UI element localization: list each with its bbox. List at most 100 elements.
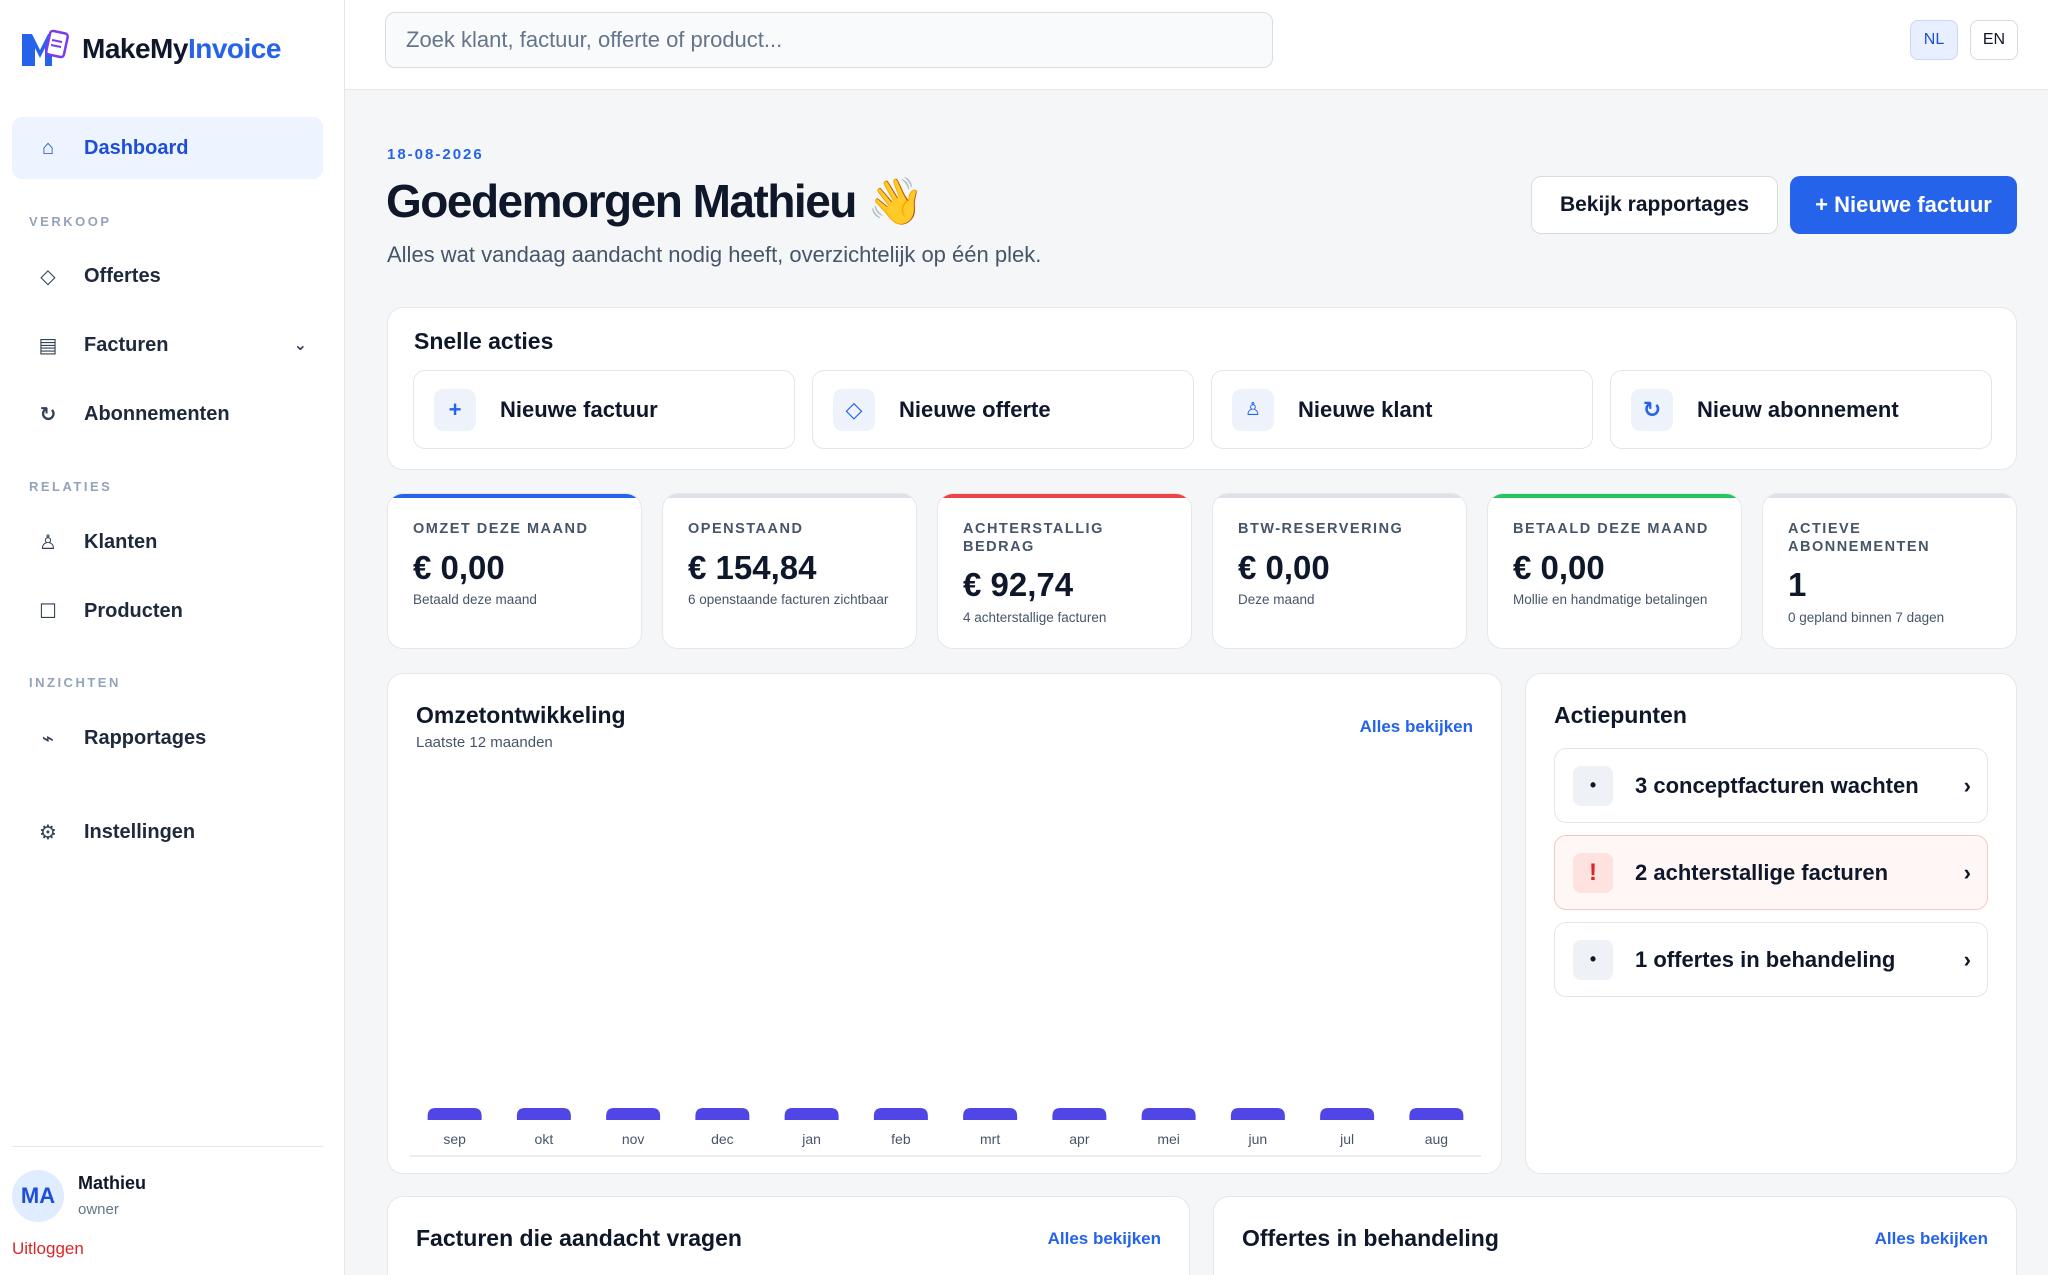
revenue-bar-chart: sep okt nov dec jan feb mrt apr mei jun jul aug	[410, 1108, 1481, 1157]
x-tick-label: jun	[1248, 1131, 1268, 1147]
brand-name: MakeMyInvoice	[82, 33, 281, 64]
chart-bar-okt[interactable]	[516, 1108, 571, 1120]
quick-action-new-invoice[interactable]: + Nieuwe factuur	[413, 370, 795, 449]
user-name: Mathieu	[78, 1173, 147, 1193]
chevron-right-icon: ›	[1963, 859, 1971, 885]
user-icon: ♙	[1232, 388, 1274, 431]
chart-bar-dec[interactable]	[695, 1108, 750, 1120]
home-icon: ⌂	[41, 136, 55, 159]
sidebar-item-customers[interactable]: ♙ Klanten	[12, 511, 323, 573]
sidebar-item-label: Dashboard	[84, 136, 189, 159]
view-reports-button[interactable]: Bekijk rapportages	[1531, 176, 1778, 234]
kpi-revenue-this-month[interactable]: OMZET DEZE MAAND € 0,00 Betaald deze maa…	[387, 493, 642, 649]
chart-bar-mrt[interactable]	[963, 1108, 1018, 1120]
sidebar-item-subscriptions[interactable]: ↻ Abonnementen	[12, 383, 323, 445]
quick-action-new-subscription[interactable]: ↻ Nieuw abonnement	[1610, 370, 1992, 449]
section-label-relations: RELATIES	[29, 479, 113, 494]
sidebar-item-dashboard[interactable]: ⌂ Dashboard	[12, 117, 323, 179]
pending-quotes-view-all-link[interactable]: Alles bekijken	[1875, 1229, 1988, 1249]
x-tick-label: mei	[1157, 1131, 1180, 1147]
refresh-icon: ↻	[1631, 388, 1673, 431]
kpi-value: € 0,00	[1513, 549, 1605, 586]
kpi-accent-bar	[1213, 494, 1466, 498]
sidebar-item-label: Rapportages	[84, 726, 207, 749]
lang-en-button[interactable]: EN	[1970, 20, 2018, 60]
dot-icon: •	[1573, 939, 1613, 980]
sidebar: MakeMyInvoice ⌂ Dashboard VERKOOP ◇ Offe…	[0, 0, 345, 1275]
trend-icon: ⌁	[41, 727, 55, 750]
revenue-chart-card: Omzetontwikkeling Laatste 12 maanden All…	[387, 673, 1502, 1174]
kpi-label: BTW-RESERVERING	[1238, 521, 1404, 537]
sidebar-item-settings[interactable]: ⚙ Instellingen	[12, 801, 323, 863]
action-point-draft-invoices[interactable]: • 3 conceptfacturen wachten ›	[1554, 748, 1988, 823]
section-label-insights: INZICHTEN	[29, 675, 121, 690]
lang-nl-button[interactable]: NL	[1910, 20, 1958, 60]
dot-icon: •	[1573, 765, 1613, 806]
kpi-value: € 92,74	[963, 566, 1074, 603]
sidebar-item-label: Facturen	[84, 333, 169, 356]
action-point-overdue-invoices[interactable]: ! 2 achterstallige facturen ›	[1554, 835, 1988, 910]
quick-action-label: Nieuwe offerte	[899, 396, 1051, 422]
sidebar-item-invoices[interactable]: ▤ Facturen ⌄	[12, 314, 323, 376]
logo-icon	[22, 29, 69, 66]
quick-action-label: Nieuwe klant	[1298, 396, 1433, 422]
kpi-subtext: 6 openstaande facturen zichtbaar	[688, 592, 889, 607]
pending-quotes-title: Offertes in behandeling	[1242, 1225, 1499, 1251]
kpi-outstanding[interactable]: OPENSTAAND € 154,84 6 openstaande factur…	[662, 493, 917, 649]
chart-bar-mei[interactable]	[1141, 1108, 1196, 1120]
chevron-right-icon: ›	[1963, 946, 1971, 972]
kpi-subtext: Deze maand	[1238, 592, 1315, 607]
section-label-sales: VERKOOP	[29, 214, 112, 229]
brand-logo[interactable]: MakeMyInvoice	[18, 28, 281, 70]
chart-bar-feb[interactable]	[873, 1108, 928, 1120]
sidebar-item-products[interactable]: ☐ Producten	[12, 580, 323, 642]
chart-bar-jan[interactable]	[784, 1108, 839, 1120]
current-date: 18-08-2026	[387, 146, 484, 163]
kpi-label: ACTIEVE ABONNEMENTEN	[1788, 521, 1931, 555]
attention-invoices-title: Facturen die aandacht vragen	[416, 1225, 742, 1251]
kpi-overdue-amount[interactable]: ACHTERSTALLIG BEDRAG € 92,74 4 achtersta…	[937, 493, 1192, 649]
avatar[interactable]: MA	[12, 1170, 64, 1222]
chevron-down-icon[interactable]: ⌄	[294, 335, 307, 355]
kpi-accent-bar	[1763, 494, 2016, 498]
quick-actions-card: Snelle acties + Nieuwe factuur ◇ Nieuwe …	[387, 307, 2017, 470]
attention-invoices-view-all-link[interactable]: Alles bekijken	[1048, 1229, 1161, 1249]
sidebar-item-label: Producten	[84, 599, 183, 622]
new-invoice-button[interactable]: + Nieuwe factuur	[1790, 176, 2017, 234]
x-tick-label: nov	[622, 1131, 645, 1147]
kpi-subtext: 4 achterstallige facturen	[963, 610, 1107, 625]
user-icon: ♙	[39, 531, 57, 554]
chevron-right-icon: ›	[1963, 772, 1971, 798]
user-role: owner	[78, 1201, 119, 1218]
search-input[interactable]	[385, 12, 1273, 68]
box-icon: ☐	[39, 600, 57, 623]
chart-bar-jul[interactable]	[1320, 1108, 1375, 1120]
action-point-label: 3 conceptfacturen wachten	[1635, 772, 1919, 798]
kpi-subtext: Betaald deze maand	[413, 592, 537, 607]
sidebar-item-reports[interactable]: ⌁ Rapportages	[12, 707, 323, 769]
chart-bar-sep[interactable]	[427, 1108, 482, 1120]
x-tick-label: dec	[711, 1131, 734, 1147]
gear-icon: ⚙	[39, 821, 57, 844]
quick-action-label: Nieuwe factuur	[500, 396, 658, 422]
sidebar-item-quotes[interactable]: ◇ Offertes	[12, 245, 323, 307]
sidebar-divider	[12, 1146, 323, 1147]
quick-action-new-customer[interactable]: ♙ Nieuwe klant	[1211, 370, 1593, 449]
action-point-pending-quotes[interactable]: • 1 offertes in behandeling ›	[1554, 922, 1988, 997]
kpi-accent-bar	[938, 494, 1191, 498]
sidebar-item-label: Klanten	[84, 530, 158, 553]
kpi-vat-reservation[interactable]: BTW-RESERVERING € 0,00 Deze maand	[1212, 493, 1467, 649]
chart-bar-nov[interactable]	[606, 1108, 661, 1120]
kpi-paid-this-month[interactable]: BETAALD DEZE MAAND € 0,00 Mollie en hand…	[1487, 493, 1742, 649]
chart-bar-apr[interactable]	[1052, 1108, 1107, 1120]
kpi-value: 1	[1788, 566, 1807, 603]
refresh-icon: ↻	[39, 403, 57, 426]
kpi-accent-bar	[663, 494, 916, 498]
chart-bar-jun[interactable]	[1230, 1108, 1285, 1120]
alert-icon: !	[1573, 852, 1613, 893]
chart-bar-aug[interactable]	[1409, 1108, 1464, 1120]
logout-link[interactable]: Uitloggen	[12, 1239, 84, 1259]
quick-action-new-quote[interactable]: ◇ Nieuwe offerte	[812, 370, 1194, 449]
kpi-active-subscriptions[interactable]: ACTIEVE ABONNEMENTEN 1 0 gepland binnen …	[1762, 493, 2017, 649]
pending-quotes-card: Offertes in behandeling Alles bekijken	[1213, 1196, 2017, 1275]
